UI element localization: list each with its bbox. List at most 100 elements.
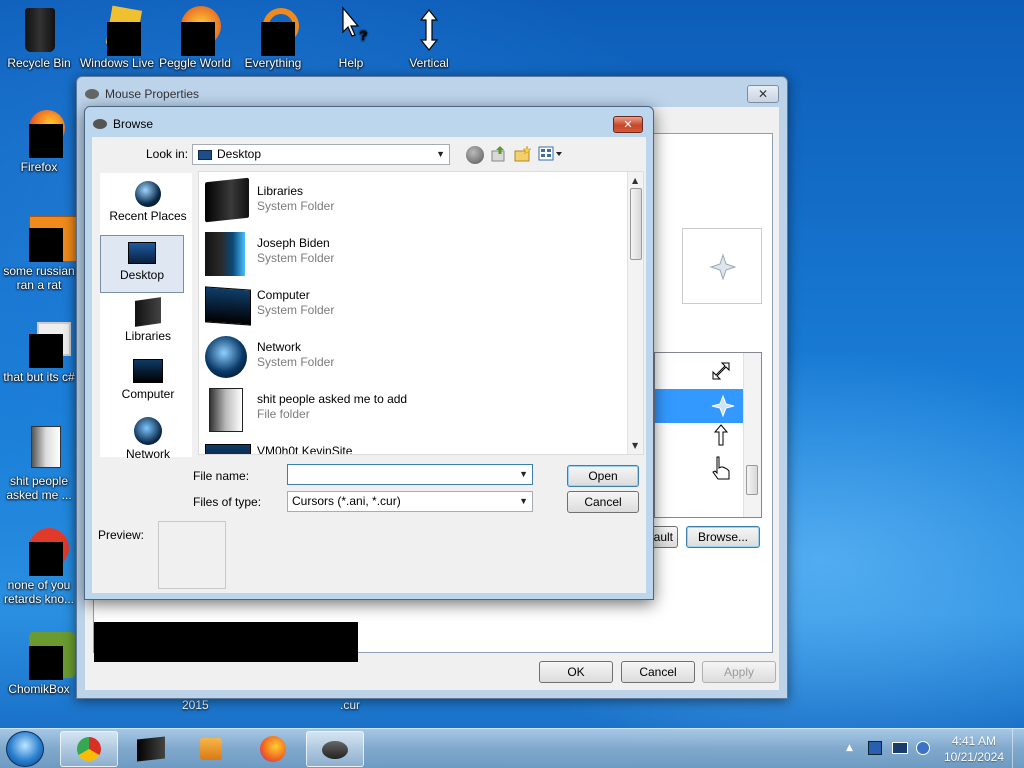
cursor-list-scrollbar[interactable] [743, 353, 761, 517]
desktop-icon-help[interactable]: ? Help [312, 6, 390, 70]
scroll-down-icon[interactable]: ▼ [632, 441, 638, 450]
files-of-type-dropdown[interactable]: Cursors (*.ani, *.cur) ▼ [287, 491, 533, 512]
folder-icon [205, 388, 251, 432]
user-folder-icon [205, 232, 251, 276]
scrollbar-thumb[interactable] [630, 188, 642, 260]
network-tray-icon[interactable] [868, 741, 882, 755]
app-icon [15, 528, 69, 576]
desktop-icon-firefox[interactable]: Firefox [0, 110, 78, 174]
cancel-button[interactable]: Cancel [621, 661, 695, 683]
place-network[interactable]: Network [106, 417, 190, 471]
desktop-icon-peggle-world[interactable]: Peggle World [156, 6, 234, 70]
list-item[interactable]: Computer System Folder [205, 280, 625, 332]
libraries-icon [135, 297, 161, 327]
file-name-input[interactable]: ▼ [287, 464, 533, 485]
scroll-up-icon[interactable]: ▲ [632, 176, 638, 185]
desktop-icon-none-of-you[interactable]: none of you retards kno... [0, 528, 78, 606]
taskbar-explorer[interactable] [122, 731, 180, 767]
desktop-icon-vertical[interactable]: Vertical [390, 6, 468, 70]
computer-icon [205, 440, 251, 454]
taskbar-media-player[interactable] [182, 731, 240, 767]
desktop-icon [198, 150, 212, 160]
new-folder-icon[interactable] [514, 145, 532, 163]
scrollbar-thumb[interactable] [746, 465, 758, 495]
cursor-list[interactable] [654, 352, 762, 518]
desktop-icon-label: Firefox [20, 160, 58, 174]
list-item[interactable]: shit people asked me to add File folder [205, 384, 625, 436]
desktop-icon-chomikbox[interactable]: ChomikBox [0, 632, 78, 696]
desktop-icon-windows-live[interactable]: Windows Live [78, 5, 156, 70]
recent-places-icon [135, 181, 161, 207]
list-item[interactable]: VM0h0t KevinSite [205, 436, 625, 455]
chomikbox-icon [15, 632, 75, 680]
firefox-icon [260, 736, 286, 762]
hand-cursor-icon [712, 456, 730, 480]
place-label: Desktop [119, 268, 165, 282]
desktop-icon-label: Peggle World [159, 56, 231, 70]
file-list-scrollbar[interactable]: ▲ ▼ [627, 172, 643, 454]
look-in-label: Look in: [146, 147, 189, 161]
volume-tray-icon[interactable] [916, 741, 930, 755]
help-cursor-icon: ? [327, 6, 375, 54]
file-name: Network [257, 340, 302, 354]
taskbar-mouse-properties[interactable] [306, 731, 364, 767]
preview-label: Preview: [98, 528, 145, 542]
taskbar-firefox[interactable] [244, 731, 302, 767]
display-tray-icon[interactable] [892, 742, 908, 754]
desktop-icon-russian-rat[interactable]: some russian ran a rat [0, 214, 78, 292]
desktop-icon-shit-people[interactable]: shit people asked me ... [0, 424, 78, 502]
computer-icon [133, 359, 163, 383]
folder-icon [15, 424, 63, 472]
back-icon[interactable] [466, 146, 484, 164]
place-desktop[interactable]: Desktop [100, 235, 184, 293]
up-folder-icon[interactable] [490, 145, 508, 163]
desktop-icon-that-but-csharp[interactable]: that but its c# [0, 320, 78, 384]
desktop-icon-label: shit people asked me ... [6, 474, 72, 502]
diagonal-resize-icon [712, 362, 730, 380]
file-name: Joseph Biden [257, 236, 330, 250]
files-of-type-value: Cursors (*.ani, *.cur) [292, 494, 401, 508]
file-name: VM0h0t KevinSite [257, 444, 353, 455]
view-menu-icon[interactable] [538, 145, 564, 163]
close-button[interactable]: ✕ [747, 85, 779, 103]
open-button[interactable]: Open [567, 465, 639, 487]
dialog-body: Look in: Desktop ▼ Recent Places Desktop [92, 137, 646, 593]
files-of-type-label: Files of type: [193, 495, 262, 509]
vertical-resize-icon [405, 6, 453, 54]
list-item[interactable]: Joseph Biden System Folder [205, 228, 625, 280]
place-recent-places[interactable]: Recent Places [106, 177, 190, 231]
close-button[interactable]: ✕ [613, 116, 643, 133]
preview-box [158, 521, 226, 589]
start-button[interactable] [6, 731, 44, 767]
place-libraries[interactable]: Libraries [106, 297, 190, 351]
desktop-icon-recycle-bin[interactable]: Recycle Bin [0, 6, 78, 70]
desktop-icon-everything[interactable]: Everything [234, 6, 312, 70]
cancel-button[interactable]: Cancel [567, 491, 639, 513]
ok-button[interactable]: OK [539, 661, 613, 683]
file-type: System Folder [257, 355, 335, 369]
clock[interactable]: 4:41 AM 10/21/2024 [944, 733, 1004, 765]
look-in-dropdown[interactable]: Desktop ▼ [192, 144, 450, 165]
list-item[interactable]: Network System Folder [205, 332, 625, 384]
desktop-icon-label: Help [338, 56, 364, 70]
browse-button[interactable]: Browse... [686, 526, 760, 548]
desktop-icon-label: ChomikBox [8, 682, 70, 696]
list-item[interactable]: Libraries System Folder [205, 176, 625, 228]
show-hidden-icons-icon[interactable]: ▲ [846, 743, 853, 753]
taskbar-chrome[interactable] [60, 731, 118, 767]
chrome-icon [77, 737, 101, 761]
chevron-down-icon: ▼ [519, 469, 528, 479]
desktop-icon-label: some russian ran a rat [3, 264, 75, 292]
desktop-icon-label: 2015 [182, 698, 209, 712]
window-title: Mouse Properties [105, 87, 200, 101]
apply-button[interactable]: Apply [702, 661, 776, 683]
file-list[interactable]: Libraries System Folder Joseph Biden Sys… [198, 171, 644, 455]
file-name-label: File name: [193, 469, 250, 483]
place-computer[interactable]: Computer [106, 357, 190, 411]
show-desktop-button[interactable] [1012, 729, 1024, 768]
file-type: System Folder [257, 199, 335, 213]
list-item-selected[interactable] [655, 389, 745, 423]
windows-live-icon [93, 5, 143, 56]
browse-dialog[interactable]: Browse ✕ Look in: Desktop ▼ Recent Place… [84, 106, 654, 600]
pointer-preview-image [94, 622, 358, 662]
